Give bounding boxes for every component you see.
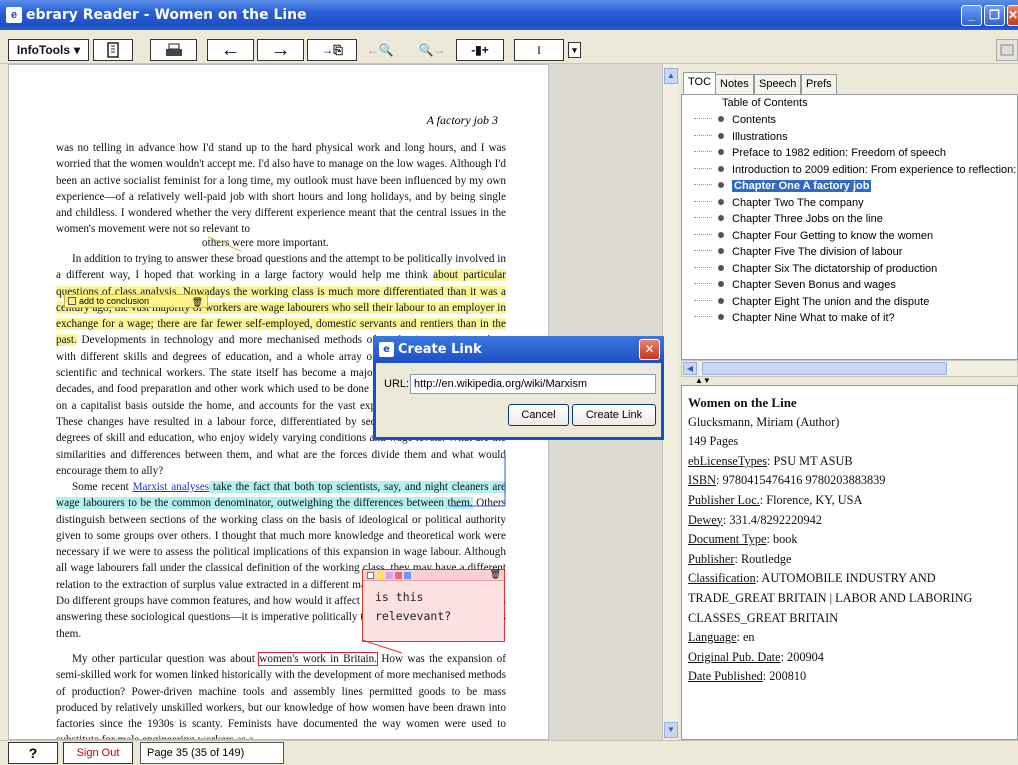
toc-item[interactable]: Chapter Six The dictatorship of producti…: [694, 261, 937, 277]
date-published-row: Date Published: 200810: [688, 669, 807, 684]
create-link-dialog: e Create Link ✕ URL: Cancel Create Link: [373, 336, 664, 440]
book-author: Glucksmann, Miriam (Author): [688, 414, 840, 429]
yellow-color-swatch[interactable]: [377, 572, 384, 579]
next-page-button[interactable]: →: [257, 39, 304, 61]
original-pub-date-row: Original Pub. Date: 200904: [688, 649, 824, 664]
blue-color-swatch[interactable]: [404, 572, 411, 579]
copy-to-document-button[interactable]: →⎘: [307, 39, 357, 61]
infotools-menu-button[interactable]: InfoTools ▾: [8, 39, 89, 61]
toc-item[interactable]: Introduction to 2009 edition: From exper…: [694, 162, 1017, 178]
toc-item[interactable]: Illustrations: [694, 129, 788, 145]
panel-icon: [1000, 44, 1014, 56]
print-icon: [165, 43, 182, 56]
restore-button[interactable]: ❐: [984, 5, 1005, 26]
create-link-button[interactable]: Create Link: [572, 404, 656, 426]
help-button[interactable]: ?: [8, 742, 58, 764]
tab-speech[interactable]: Speech: [754, 74, 802, 94]
toc-item[interactable]: Chapter Eight The union and the dispute: [694, 294, 929, 310]
print-button[interactable]: [150, 39, 197, 61]
sign-out-button[interactable]: Sign Out: [63, 742, 133, 764]
sticky-note-toolbar: 🗑: [363, 569, 504, 581]
chevron-down-icon: ▾: [74, 43, 81, 57]
cancel-button[interactable]: Cancel: [508, 404, 569, 426]
toc-header: Table of Contents: [722, 97, 808, 109]
url-input[interactable]: [410, 374, 656, 394]
paragraph-1-tail: others were more important.: [202, 237, 329, 249]
toolbar: InfoTools ▾ ← → →⎘ ←🔍 🔍→ -▮+ I ▾: [0, 30, 1018, 64]
toc-item[interactable]: Contents: [694, 112, 776, 128]
zoom-page-button[interactable]: -▮+: [456, 39, 504, 61]
toc-horizontal-scrollbar[interactable]: ◀: [681, 360, 1018, 377]
dewey-row: Dewey: 331.4/8292220942: [688, 512, 822, 527]
tab-toc[interactable]: TOC: [683, 72, 717, 95]
document-type-row: Document Type: book: [688, 532, 798, 547]
red-outline-highlight[interactable]: women's work in Britain.: [258, 652, 379, 666]
title-bar: e ebrary Reader - Women on the Line _ ❐ …: [0, 0, 1018, 30]
status-bar: ? Sign Out Page 35 (35 of 149): [0, 740, 1018, 765]
publisher-location-row: Publisher Loc.: Florence, KY, USA: [688, 492, 863, 507]
dialog-title-bar: e Create Link ✕: [373, 336, 664, 363]
infotools-label: InfoTools: [16, 43, 71, 57]
classification-row: Classification: AUTOMOBILE INDUSTRY AND …: [688, 571, 973, 625]
panel-toggle-button[interactable]: [996, 39, 1018, 61]
toc-item[interactable]: Chapter Seven Bonus and wages: [694, 277, 896, 293]
marxist-analyses-link[interactable]: Marxist analyses: [133, 481, 210, 493]
book-pages: 149 Pages: [688, 434, 739, 449]
tab-notes[interactable]: Notes: [715, 74, 754, 94]
previous-page-button[interactable]: ←: [207, 39, 254, 61]
minimize-button[interactable]: _: [961, 5, 982, 26]
pink-color-swatch[interactable]: [395, 572, 402, 579]
isbn-row: ISBN: 9780415476416 9780203883839: [688, 473, 886, 488]
license-row: ebLicenseTypes: PSU MT ASUB: [688, 453, 853, 468]
select-tool-dropdown[interactable]: ▾: [568, 42, 581, 58]
trash-icon[interactable]: 🗑: [490, 569, 501, 580]
window-title: ebrary Reader - Women on the Line: [26, 7, 307, 23]
note-tag-add-to-conclusion[interactable]: add to conclusion 🗑: [64, 294, 208, 308]
toc-item[interactable]: Chapter Five The division of labour: [694, 244, 902, 260]
toc-item[interactable]: Chapter Two The company: [694, 195, 864, 211]
page-number-field[interactable]: Page 35 (35 of 149): [140, 742, 284, 764]
panel-splitter[interactable]: ▲▼: [681, 377, 1018, 385]
note-icon: [68, 297, 76, 305]
dialog-title: Create Link: [398, 342, 482, 357]
previous-hit-button[interactable]: ←🔍: [360, 39, 400, 61]
purple-color-swatch[interactable]: [386, 572, 393, 579]
ebrary-app-icon: e: [6, 7, 22, 23]
book-info-panel: Women on the Line Glucksmann, Miriam (Au…: [681, 385, 1018, 740]
toc-item[interactable]: Chapter Nine What to make of it?: [694, 310, 895, 326]
toc-item[interactable]: Chapter Three Jobs on the line: [694, 211, 883, 227]
toc-item[interactable]: Chapter Four Getting to know the women: [694, 228, 933, 244]
paragraph-1: was no telling in advance how I'd stand …: [56, 142, 506, 236]
scroll-left-arrow-icon[interactable]: ◀: [683, 362, 697, 375]
paragraph-4: My other particular question was about w…: [56, 652, 506, 739]
bookmarks-icon: [107, 42, 119, 58]
side-panel-tabs: TOC Notes Speech Prefs: [681, 70, 1018, 95]
close-window-button[interactable]: ✕: [1007, 5, 1018, 26]
book-title: Women on the Line: [688, 395, 797, 410]
sticky-note[interactable]: 🗑 is this relevevant?: [362, 569, 505, 642]
dialog-close-button[interactable]: ✕: [639, 339, 660, 360]
scrollbar-thumb[interactable]: [702, 362, 947, 375]
sticky-note-text[interactable]: is this relevevant?: [363, 581, 504, 633]
table-of-contents-panel: Table of Contents Contents Illustrations…: [681, 94, 1018, 360]
note-icon[interactable]: [367, 572, 374, 579]
next-hit-button[interactable]: 🔍→: [410, 39, 454, 61]
running-head: A factory job 3: [426, 113, 498, 127]
language-row: Language: en: [688, 630, 755, 645]
tab-prefs[interactable]: Prefs: [801, 74, 837, 94]
trash-icon[interactable]: 🗑: [192, 296, 203, 308]
document-vertical-scrollbar[interactable]: ▲ ▼: [662, 64, 678, 740]
publisher-row: Publisher: Routledge: [688, 551, 792, 566]
bookshelf-button[interactable]: [93, 39, 133, 61]
text-select-tool-button[interactable]: I: [514, 39, 564, 61]
ebrary-app-icon: e: [379, 342, 394, 357]
scroll-down-arrow-icon[interactable]: ▼: [664, 722, 678, 738]
toc-item-selected[interactable]: Chapter One A factory job: [694, 178, 872, 194]
toc-item[interactable]: Preface to 1982 edition: Freedom of spee…: [694, 145, 946, 161]
scroll-up-arrow-icon[interactable]: ▲: [664, 68, 678, 84]
url-label: URL:: [384, 378, 410, 390]
